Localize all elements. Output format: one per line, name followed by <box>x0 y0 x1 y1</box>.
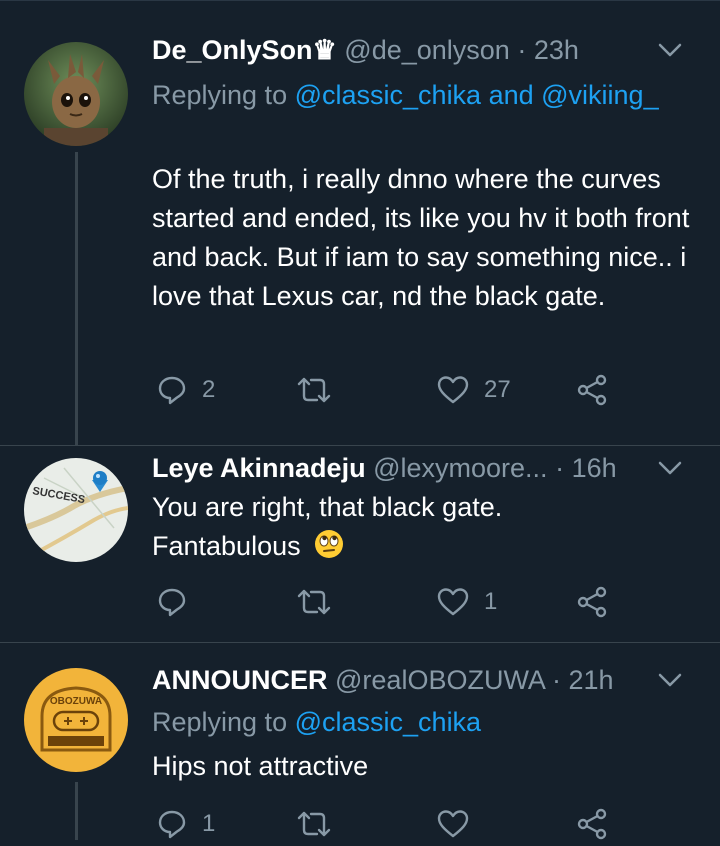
reply-icon <box>156 808 188 840</box>
replying-to: Replying to @classic_chika <box>152 703 672 741</box>
thread-line <box>75 782 78 840</box>
chevron-down-icon[interactable] <box>650 660 690 700</box>
replying-to: Replying to @classic_chika and @vikiing_ <box>152 76 672 114</box>
separator-dot: · <box>555 453 565 483</box>
like-count: 27 <box>484 376 511 403</box>
crown-badge-icon: ♛ <box>312 35 337 65</box>
display-name[interactable]: De_OnlySon <box>152 35 313 65</box>
tweet-text: Hips not attractive <box>152 751 369 781</box>
reply-icon <box>156 374 188 406</box>
tweet-text: You are right, that black gate. Fantabul… <box>152 488 572 570</box>
replying-to-label: Replying to <box>152 80 288 110</box>
reply-button[interactable] <box>156 580 202 624</box>
reply-count: 2 <box>202 376 216 403</box>
like-icon <box>436 374 470 406</box>
like-icon <box>436 808 470 840</box>
action-bar: 1 <box>152 580 632 624</box>
retweet-button[interactable] <box>296 802 332 846</box>
retweet-icon <box>296 586 332 618</box>
tweet-header: ANNOUNCER @realOBOZUWA · 21h <box>152 660 682 700</box>
action-bar: 1 <box>152 802 632 846</box>
avatar-leye-akinnadeju[interactable]: SUCCESS <box>24 458 128 562</box>
handle[interactable]: @lexymoore... <box>373 453 547 483</box>
tweet-text: Of the truth, i really dnno where the cu… <box>152 164 690 311</box>
like-button[interactable] <box>436 802 484 846</box>
reply-icon <box>156 586 188 618</box>
share-icon <box>576 808 608 840</box>
replying-to-link[interactable]: @classic_chika <box>295 707 481 737</box>
tweet-1[interactable]: De_OnlySon♛ @de_onlyson · 23h Replying t… <box>0 0 720 445</box>
tweet-header: De_OnlySon♛ @de_onlyson · 23h <box>152 30 682 70</box>
avatar-logo-text: OBOZUWA <box>50 696 102 707</box>
share-icon <box>576 374 608 406</box>
tweet-2[interactable]: SUCCESS Leye Akinnadeju @lexymoore... · … <box>0 446 720 642</box>
retweet-button[interactable] <box>296 580 332 624</box>
share-button[interactable] <box>576 580 608 624</box>
like-count: 1 <box>484 588 498 615</box>
handle[interactable]: @realOBOZUWA <box>335 665 544 695</box>
share-button[interactable] <box>576 802 608 846</box>
display-name[interactable]: ANNOUNCER <box>152 665 328 695</box>
timestamp[interactable]: 23h <box>534 35 579 65</box>
reply-button[interactable]: 2 <box>156 368 215 412</box>
timestamp[interactable]: 16h <box>572 453 617 483</box>
display-name[interactable]: Leye Akinnadeju <box>152 453 366 483</box>
like-button[interactable]: 27 <box>436 368 511 412</box>
chevron-down-icon[interactable] <box>650 448 690 488</box>
separator-dot: · <box>517 35 527 65</box>
replying-to-link[interactable]: @classic_chika and @vikiing_ <box>295 80 659 110</box>
retweet-icon <box>296 808 332 840</box>
separator-dot: · <box>551 665 561 695</box>
thread-line <box>75 152 78 445</box>
share-button[interactable] <box>576 368 608 412</box>
replying-to-label: Replying to <box>152 707 288 737</box>
reply-count: 1 <box>202 810 216 837</box>
avatar-announcer[interactable]: OBOZUWA <box>24 668 128 772</box>
reply-button[interactable]: 1 <box>156 802 215 846</box>
retweet-button[interactable] <box>296 368 332 412</box>
tweet-3[interactable]: OBOZUWA ANNOUNCER @realOBOZUWA · 21h Rep… <box>0 643 720 840</box>
tweet-header: Leye Akinnadeju @lexymoore... · 16h <box>152 448 682 488</box>
timestamp[interactable]: 21h <box>568 665 613 695</box>
action-bar: 2 27 <box>152 368 632 412</box>
share-icon <box>576 586 608 618</box>
like-icon <box>436 586 470 618</box>
handle[interactable]: @de_onlyson <box>344 35 510 65</box>
avatar-de-onlyson[interactable] <box>24 42 128 146</box>
chevron-down-icon[interactable] <box>650 30 690 70</box>
retweet-icon <box>296 374 332 406</box>
like-button[interactable]: 1 <box>436 580 497 624</box>
eye-roll-emoji <box>314 529 344 570</box>
